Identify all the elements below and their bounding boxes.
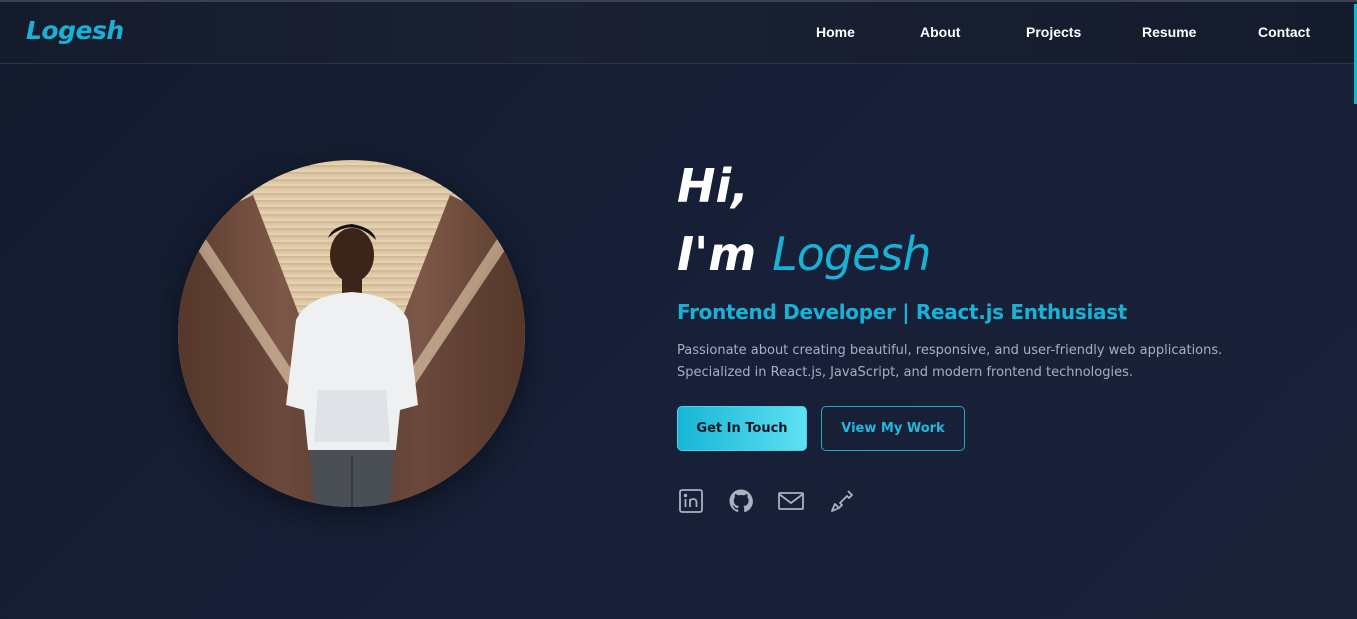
nav-link-about[interactable]: About bbox=[920, 24, 960, 40]
navbar: Logesh Home About Projects Resume Contac… bbox=[0, 2, 1357, 64]
mail-icon[interactable] bbox=[777, 487, 805, 515]
phone-icon[interactable] bbox=[828, 487, 856, 515]
profile-photo bbox=[178, 160, 525, 507]
portfolio-page: Logesh Home About Projects Resume Contac… bbox=[0, 0, 1357, 619]
get-in-touch-button[interactable]: Get In Touch bbox=[677, 406, 807, 451]
hero-subtitle: Frontend Developer | React.js Enthusiast bbox=[677, 300, 1128, 324]
hero-name: Logesh bbox=[772, 227, 931, 281]
nav-link-resume[interactable]: Resume bbox=[1142, 24, 1196, 40]
hero-intro: I'm Logesh bbox=[677, 224, 932, 284]
nav-link-contact[interactable]: Contact bbox=[1258, 24, 1310, 40]
nav-links: Home About Projects Resume Contact bbox=[0, 24, 1357, 46]
hero-intro-prefix: I'm bbox=[677, 227, 757, 281]
hero-description: Passionate about creating beautiful, res… bbox=[677, 343, 1223, 380]
social-links bbox=[677, 487, 877, 517]
linkedin-icon[interactable] bbox=[677, 487, 705, 515]
nav-link-home[interactable]: Home bbox=[816, 24, 855, 40]
github-icon[interactable] bbox=[727, 487, 755, 515]
view-my-work-button[interactable]: View My Work bbox=[821, 406, 965, 451]
hero-greeting: Hi, bbox=[677, 159, 749, 213]
nav-link-projects[interactable]: Projects bbox=[1026, 24, 1081, 40]
